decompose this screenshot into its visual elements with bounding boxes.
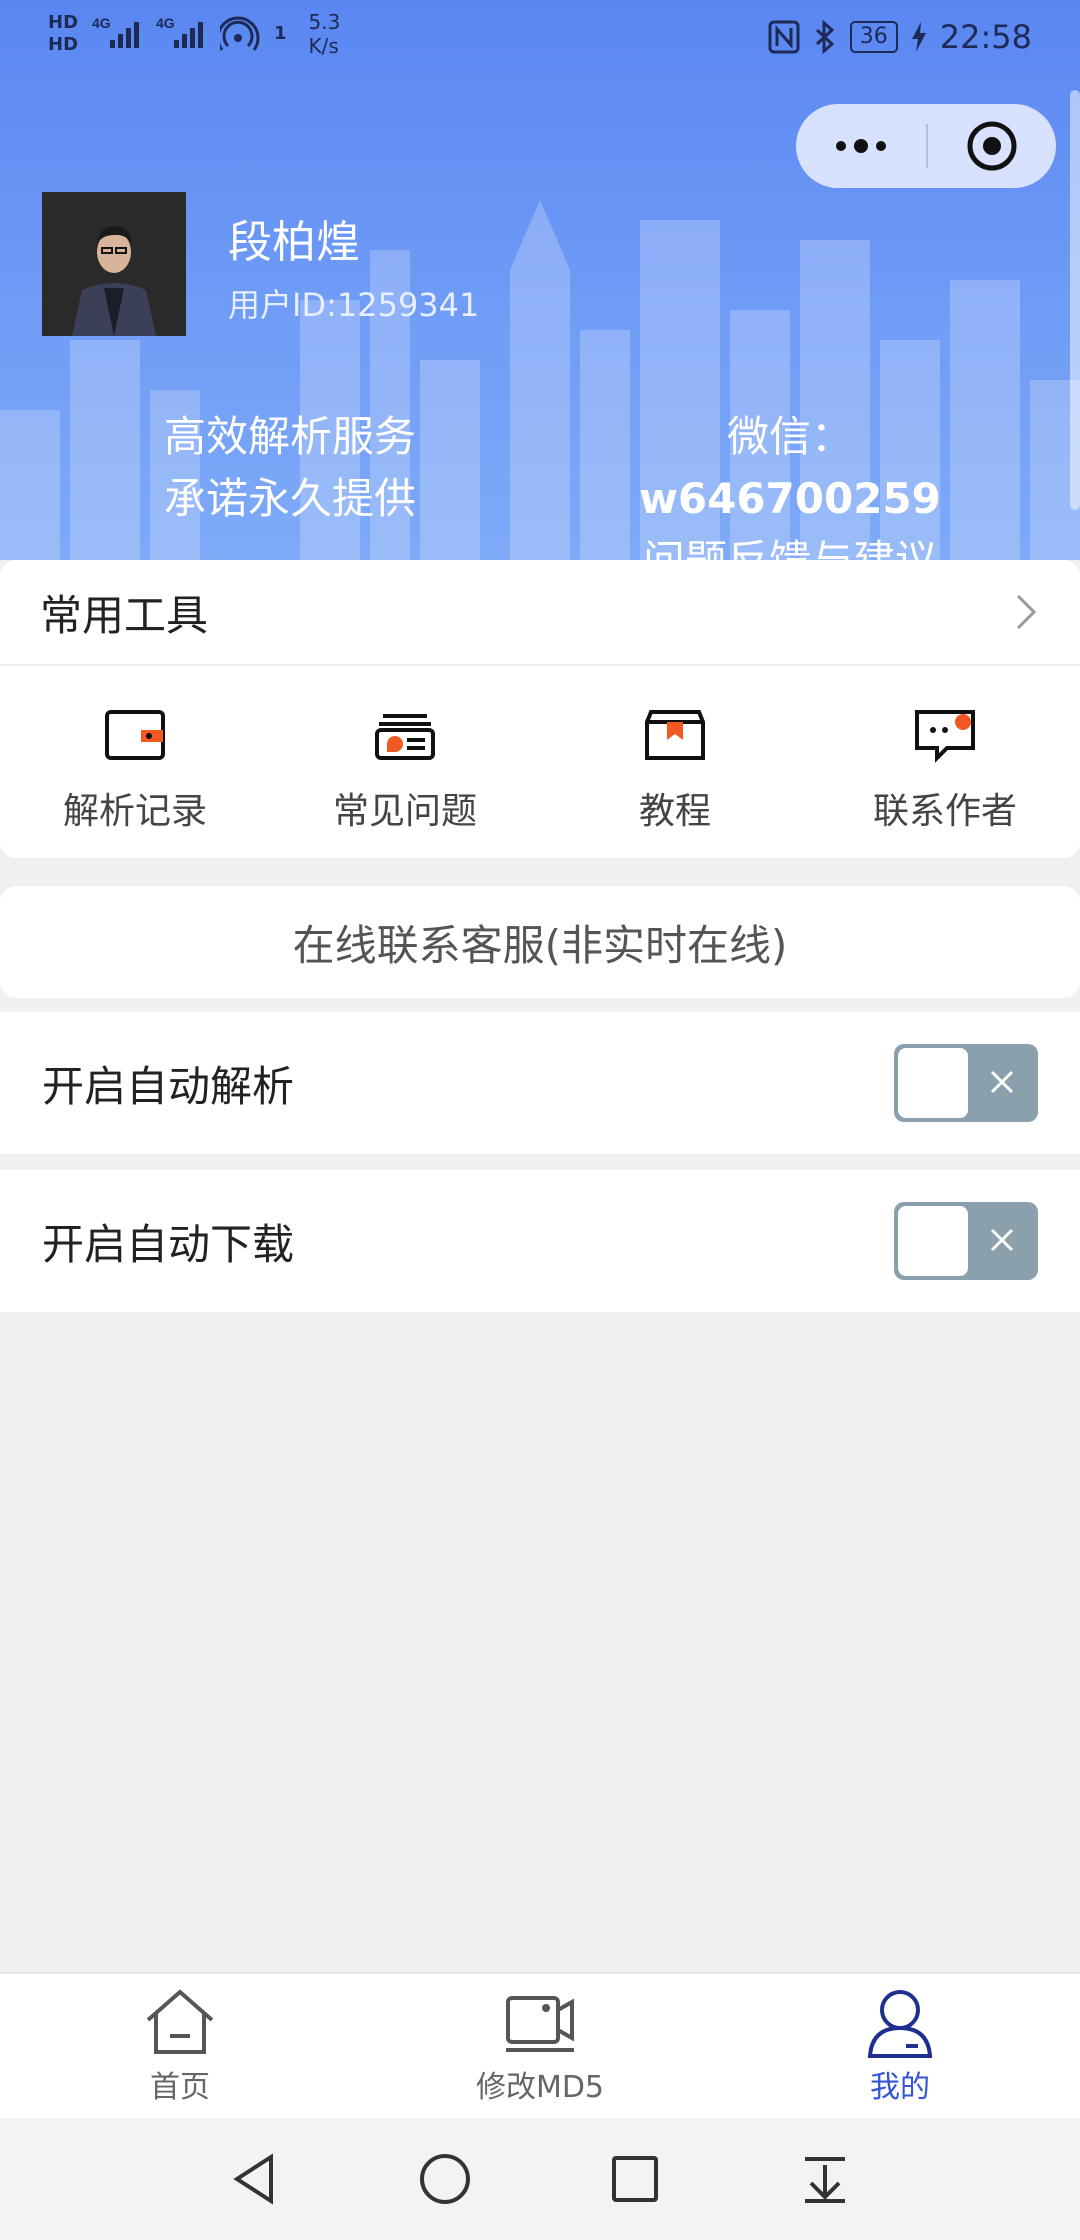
auto-download-row: 开启自动下载 [0,1170,1080,1312]
tools-title: 常用工具 [40,590,209,640]
switch-knob [896,1046,970,1120]
status-bar: HD HD 4G 4G 1 5.3 K/s 36 22:58 [0,0,1080,80]
user-icon [867,1990,933,2058]
auto-parse-switch[interactable] [894,1044,1038,1122]
common-tools-card: 常用工具 解析记录 常见问题 教程 联系作者 [0,560,1080,858]
bottom-tab-bar: 首页 修改MD5 我的 [0,1972,1080,2118]
profile-header: HD HD 4G 4G 1 5.3 K/s 36 22:58 段柏煌 用户ID:… [0,0,1080,560]
service-promise: 高效解析服务 承诺永久提供 [140,406,440,530]
service-label: 在线联系客服(非实时在线) [292,920,788,970]
back-icon[interactable] [227,2151,283,2207]
tool-contact-author[interactable]: 联系作者 [810,666,1080,856]
feedback-label: 问题反馈与建议 [580,530,1000,560]
hd1-label: HD [48,12,79,33]
home-icon [146,1989,214,2054]
more-dots-icon [836,139,886,153]
chat-bubble-icon [915,710,975,763]
clock: 22:58 [939,18,1032,56]
switch-knob [896,1204,970,1278]
card-stack-icon [375,714,435,760]
tools-header[interactable]: 常用工具 [0,560,1080,666]
nfc-icon [768,20,800,54]
wechat-prefix: 微信： [726,412,853,461]
notification-pulldown-icon[interactable] [797,2151,853,2207]
chevron-right-icon [1016,594,1037,630]
hotspot-icon [220,16,260,51]
network-speed: 5.3 K/s [309,10,341,58]
tool-parse-history[interactable]: 解析记录 [0,666,270,856]
more-button[interactable] [796,104,926,188]
tab-modify-md5[interactable]: 修改MD5 [360,1974,720,2118]
auto-download-label: 开启自动下载 [42,1219,295,1269]
scrollbar[interactable] [1070,90,1080,510]
wechat-id: w646700259 [639,474,941,523]
target-close-icon [967,121,1017,171]
user-id: 用户ID:1259341 [228,286,480,324]
signal-icon-2: 4G [156,16,204,48]
bluetooth-icon [815,20,835,54]
promo-left-line1: 高效解析服务 [163,412,416,461]
wallet-icon [105,710,165,760]
tab-mine[interactable]: 我的 [720,1974,1080,2118]
hotspot-count: 1 [274,23,287,44]
system-navigation-bar [0,2118,1080,2240]
close-icon [990,1070,1014,1094]
tool-label: 常见问题 [332,791,477,832]
auto-parse-label: 开启自动解析 [42,1061,295,1111]
avatar[interactable] [42,192,186,336]
wechat-line: 微信： w646700259 [580,406,1000,530]
net2-label: 4G [156,16,175,31]
tab-label: 我的 [870,2070,930,2105]
home-nav-icon[interactable] [417,2151,473,2207]
tool-label: 教程 [638,791,711,832]
speed-value: 5.3 [308,10,341,34]
close-mini-program-button[interactable] [928,104,1056,188]
charging-icon [911,22,926,52]
hd2-label: HD [48,34,79,55]
online-service-button[interactable]: 在线联系客服(非实时在线) [0,886,1080,998]
hd-indicators: HD HD [48,12,78,56]
tools-grid: 解析记录 常见问题 教程 联系作者 [0,666,1080,856]
video-edit-icon [506,1996,574,2052]
net1-label: 4G [92,16,111,31]
tool-label: 解析记录 [62,791,207,832]
auto-parse-row: 开启自动解析 [0,1012,1080,1154]
promo-left-line2: 承诺永久提供 [163,474,416,523]
bookmark-box-icon [645,710,705,760]
tab-label: 首页 [150,2070,210,2105]
wechat-feedback[interactable]: 微信： w646700259 问题反馈与建议 [580,406,1000,560]
tab-label: 修改MD5 [475,2070,605,2105]
close-icon [990,1228,1014,1252]
recents-icon[interactable] [607,2151,663,2207]
avatar-photo [42,192,186,336]
speed-unit: K/s [308,34,339,58]
battery-level: 36 [849,21,898,53]
tab-home[interactable]: 首页 [0,1974,360,2118]
user-name: 段柏煌 [228,217,360,268]
tool-label: 联系作者 [872,791,1017,832]
auto-download-switch[interactable] [894,1202,1038,1280]
tool-faq[interactable]: 常见问题 [270,666,540,856]
tool-tutorial[interactable]: 教程 [540,666,810,856]
signal-icon: 4G [92,16,140,48]
mini-program-capsule [796,104,1056,188]
